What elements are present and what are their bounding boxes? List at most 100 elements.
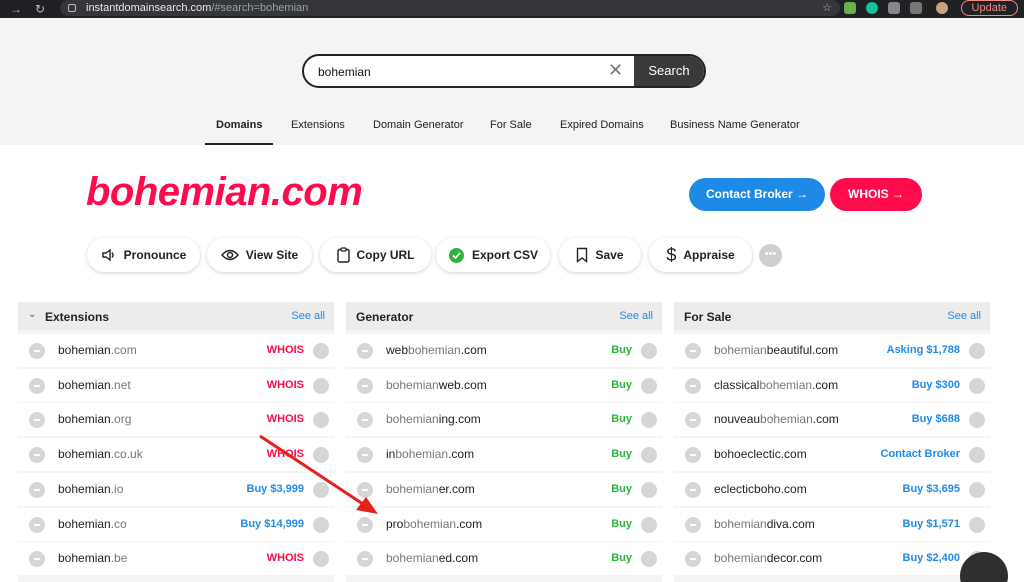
contact-broker-button[interactable]: Contact Broker → [689,178,825,211]
tab-for-sale[interactable]: For Sale [490,118,532,145]
domain-name[interactable]: bohemianbeautiful.com [714,343,838,357]
status-dot-icon[interactable] [29,343,45,359]
chevron-down-icon[interactable] [969,412,985,429]
extension-icon[interactable] [844,2,856,14]
chevron-down-icon[interactable]: ⌄ [28,309,36,320]
list-item[interactable]: bohemian.be WHOIS [18,541,334,576]
list-item[interactable]: bohemian.io Buy $3,999 [18,471,334,506]
url-text[interactable]: instantdomainsearch.com/#search=bohemian [86,2,308,14]
appraise-button[interactable]: $ Appraise [649,238,752,272]
list-item[interactable]: eclecticboho.com Buy $3,695 [674,471,990,506]
domain-action[interactable]: Buy [611,344,632,356]
list-item[interactable]: bohemian.com WHOIS [18,333,334,367]
status-dot-icon[interactable] [29,377,45,394]
see-all-link[interactable]: See all [947,310,981,322]
chevron-down-icon[interactable] [969,516,985,533]
domain-name[interactable]: bohemianweb.com [386,378,487,392]
chevron-down-icon[interactable] [969,447,985,464]
avatar[interactable] [936,2,948,14]
domain-name[interactable]: bohemianing.com [386,412,481,426]
domain-name[interactable]: eclecticboho.com [714,482,807,496]
puzzle-icon[interactable] [888,2,900,14]
update-button[interactable]: Update [960,0,1018,16]
domain-action[interactable]: Buy [611,552,632,564]
domain-action[interactable]: Buy $1,571 [903,518,960,530]
list-item[interactable]: classicalbohemian.com Buy $300 [674,367,990,402]
domain-name[interactable]: probohemian.com [386,517,482,531]
chevron-down-icon[interactable] [969,377,985,394]
status-dot-icon[interactable] [685,343,701,359]
domain-name[interactable]: bohemiandiva.com [714,517,815,531]
chevron-down-icon[interactable] [641,377,657,394]
list-item[interactable]: bohemian.org WHOIS [18,402,334,437]
chevron-down-icon[interactable] [641,343,657,359]
domain-action[interactable]: WHOIS [267,379,304,391]
export-csv-button[interactable]: Export CSV [436,238,550,272]
status-dot-icon[interactable] [685,447,701,464]
status-dot-icon[interactable] [357,377,373,394]
status-dot-icon[interactable] [357,412,373,429]
chevron-down-icon[interactable] [313,481,329,498]
chevron-down-icon[interactable] [313,343,329,359]
domain-action[interactable]: Buy $2,400 [903,552,960,564]
domain-name[interactable]: bohemian.net [58,378,131,392]
save-button[interactable]: Save [559,238,641,272]
copy-url-button[interactable]: Copy URL [320,238,431,272]
status-dot-icon[interactable] [29,551,45,568]
see-all-link[interactable]: See all [619,310,653,322]
list-item[interactable]: bohemianer.com Buy [346,471,662,506]
clear-icon[interactable]: ✕ [608,60,623,81]
domain-name[interactable]: classicalbohemian.com [714,378,838,392]
list-item[interactable]: bohemiandecor.com Buy $2,400 [674,541,990,576]
chevron-down-icon[interactable] [641,481,657,498]
chevron-down-icon[interactable] [641,516,657,533]
domain-name[interactable]: bohoeclectic.com [714,447,807,461]
bookmark-star-icon[interactable]: ☆ [822,1,832,14]
pronounce-button[interactable]: Pronounce [87,238,200,272]
domain-name[interactable]: bohemianer.com [386,482,475,496]
domain-action[interactable]: Buy [611,518,632,530]
chevron-down-icon[interactable] [313,516,329,533]
domain-action[interactable]: WHOIS [267,344,304,356]
chevron-down-icon[interactable] [313,412,329,429]
domain-action[interactable]: Buy $14,999 [240,518,304,530]
status-dot-icon[interactable] [685,481,701,498]
domain-action[interactable]: Buy $688 [912,413,960,425]
tab-domain-generator[interactable]: Domain Generator [373,118,464,145]
list-item[interactable]: bohemianing.com Buy [346,402,662,437]
list-item[interactable]: bohemiandiva.com Buy $1,571 [674,506,990,541]
chevron-down-icon[interactable] [313,447,329,464]
chevron-down-icon[interactable] [641,447,657,464]
domain-action[interactable]: Buy $300 [912,379,960,391]
see-all-link[interactable]: See all [291,310,325,322]
tab-extensions[interactable]: Extensions [291,118,345,145]
list-item[interactable]: probohemian.com Buy [346,506,662,541]
status-dot-icon[interactable] [685,412,701,429]
tab-expired-domains[interactable]: Expired Domains [560,118,644,145]
list-item[interactable]: bohemian.net WHOIS [18,367,334,402]
domain-action[interactable]: WHOIS [267,448,304,460]
search-input[interactable] [318,62,598,82]
status-dot-icon[interactable] [685,377,701,394]
domain-action[interactable]: Contact Broker [881,448,960,460]
domain-action[interactable]: Buy $3,999 [247,483,304,495]
chevron-down-icon[interactable] [641,551,657,568]
list-item[interactable]: bohemian.co.uk WHOIS [18,437,334,472]
status-dot-icon[interactable] [357,551,373,568]
list-item[interactable]: bohemianbeautiful.com Asking $1,788 [674,333,990,367]
list-item[interactable]: inbohemian.com Buy [346,437,662,472]
domain-action[interactable]: Asking $1,788 [887,344,960,356]
tab-business-name-generator[interactable]: Business Name Generator [670,118,800,145]
domain-name[interactable]: bohemian.co.uk [58,447,143,461]
status-dot-icon[interactable] [29,412,45,429]
domain-name[interactable]: bohemian.be [58,551,127,565]
status-dot-icon[interactable] [685,516,701,533]
forward-icon[interactable]: → [8,2,24,16]
status-dot-icon[interactable] [357,343,373,359]
address-bar[interactable]: instantdomainsearch.com/#search=bohemian… [60,0,840,16]
more-options-icon[interactable]: ••• [759,244,782,267]
status-dot-icon[interactable] [685,551,701,568]
domain-name[interactable]: bohemianed.com [386,551,478,565]
list-item[interactable]: bohoeclectic.com Contact Broker [674,437,990,472]
chevron-down-icon[interactable] [969,481,985,498]
